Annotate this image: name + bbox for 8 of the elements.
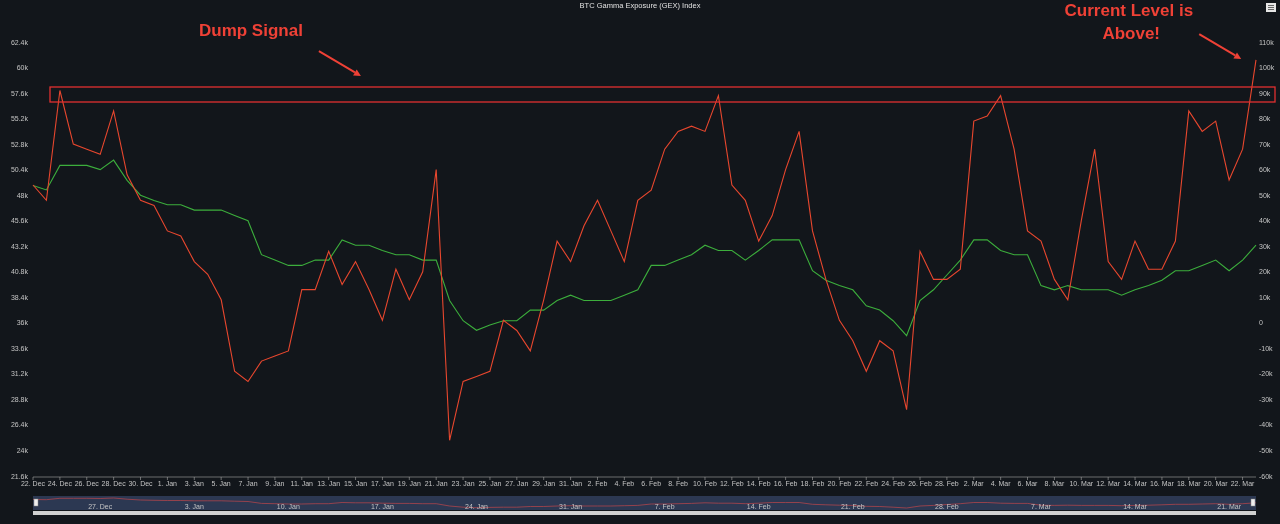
arrow <box>317 50 361 77</box>
navigator-handle[interactable] <box>33 498 39 507</box>
annotation-label: Current Level is Above! <box>1064 1 1194 43</box>
arrow <box>1198 33 1242 59</box>
navigator-handle[interactable] <box>1250 498 1256 507</box>
annotation-label: Dump Signal <box>198 21 303 41</box>
scrollbar[interactable] <box>33 511 1256 515</box>
menu-icon[interactable] <box>1266 3 1276 12</box>
